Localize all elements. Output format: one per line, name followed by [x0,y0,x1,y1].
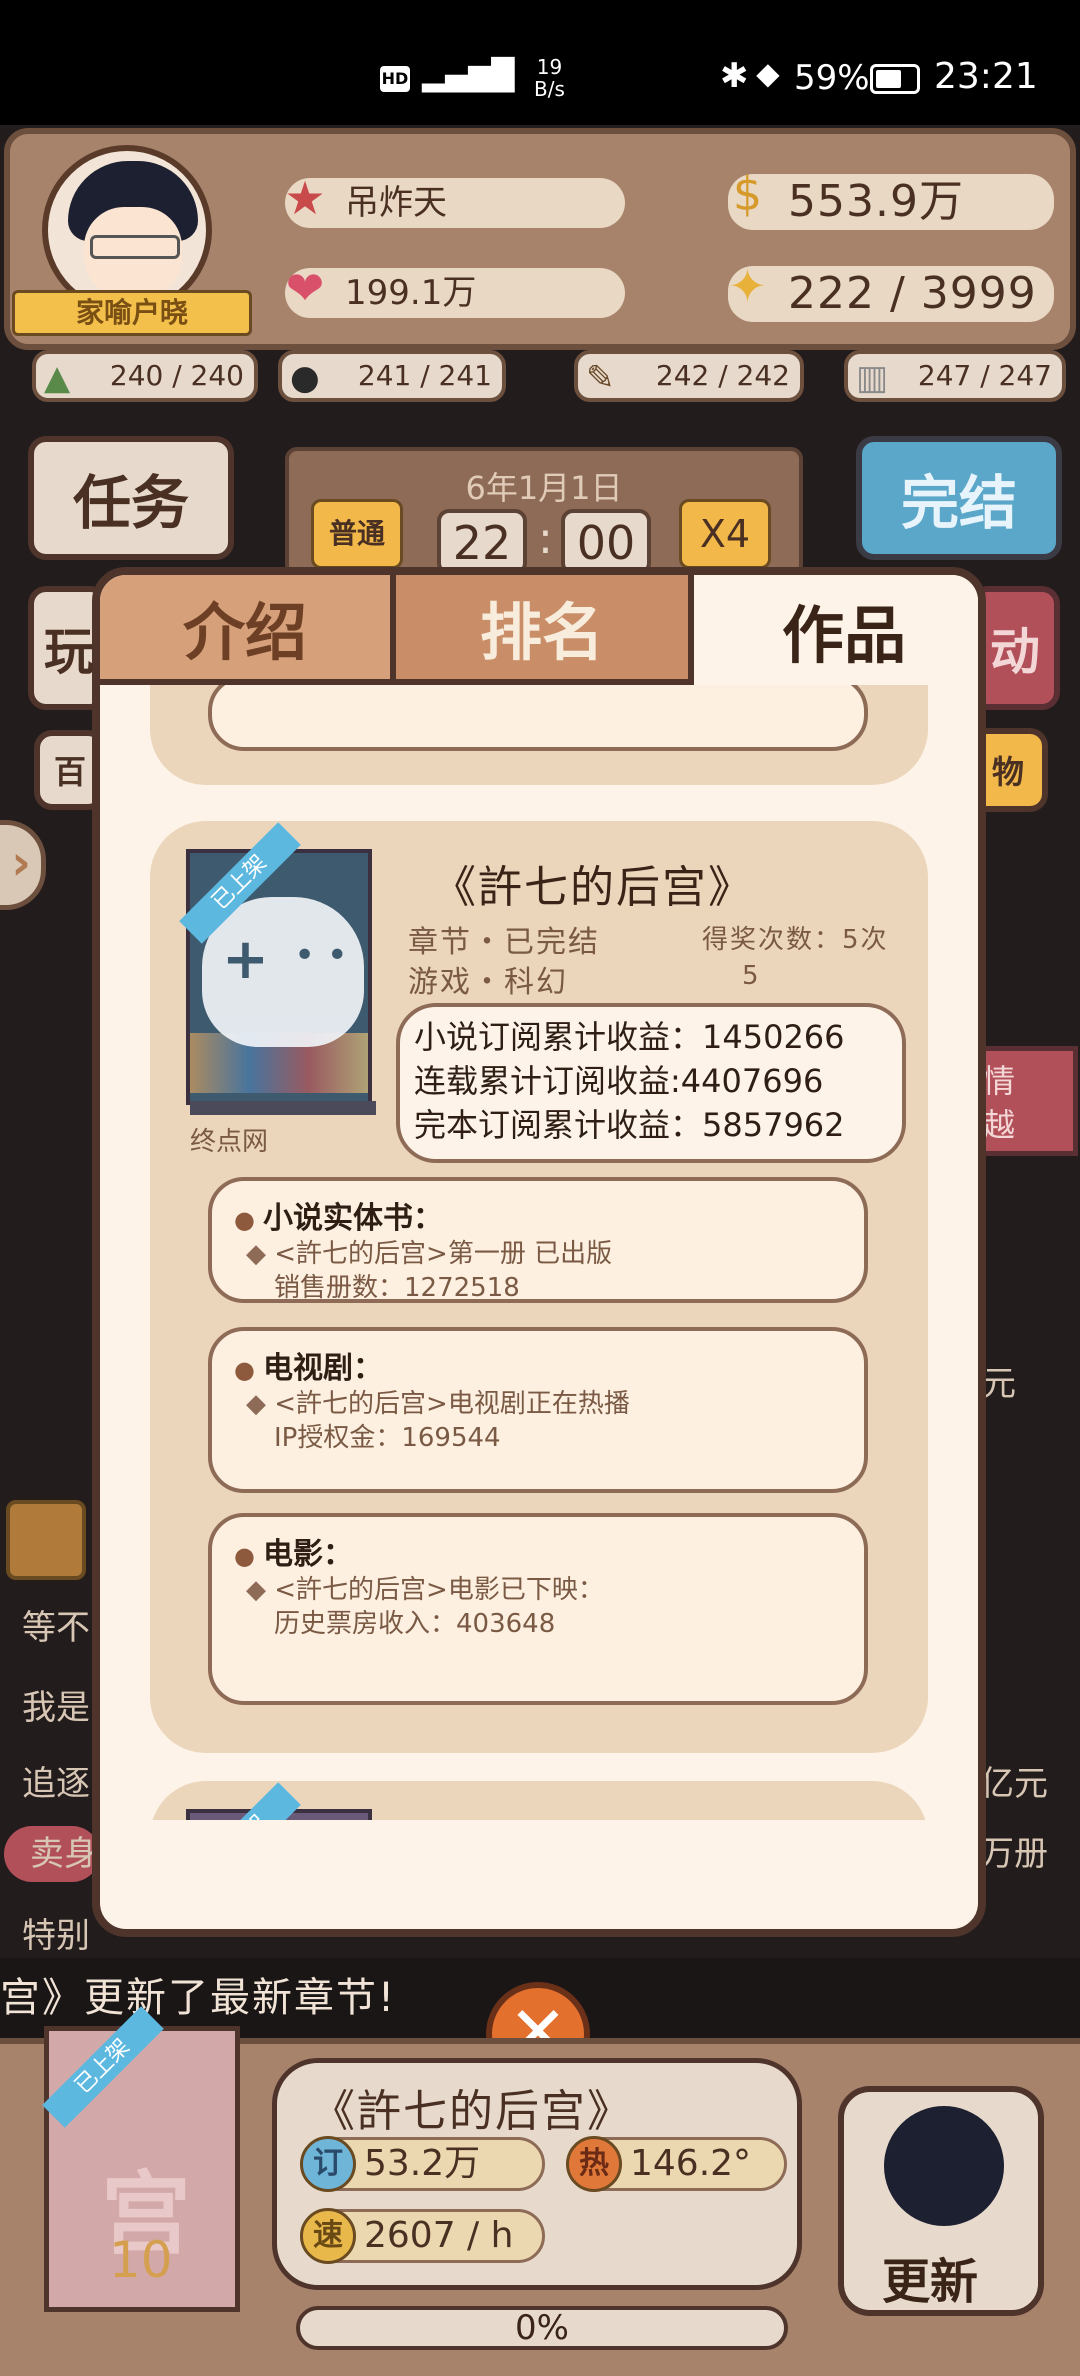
book-level: 10 [109,2231,173,2289]
treasure-chest-icon [6,1500,86,1580]
heat-badge: 热 [566,2136,622,2192]
battery-icon [870,64,920,94]
bg-right-label: 万册 [980,1834,1048,1874]
works-list[interactable]: 已上架 《許七的后宫》 章节・已完结 游戏・科幻 得奖次数：5次 5 小说订阅累… [100,685,978,1820]
work-title-next: 《許七的后宫》 [432,1807,754,1820]
speed-mode-button[interactable]: 普通 [311,499,403,569]
clock-time: 23:21 [934,56,1038,97]
subscribers-pill: 订 53.2万 [300,2136,545,2192]
work-genre: 游戏・科幻 [408,965,568,1000]
movie-box: 电影： <許七的后宫>电影已下映： 历史票房收入：403648 [208,1513,868,1705]
hat-icon: ● [290,358,320,398]
work-title: 《許七的后宫》 [432,862,754,913]
heat-pill: 热 146.2° [566,2136,787,2192]
bg-row-label: 卖身 [4,1826,100,1882]
status-bar: HD ▂▄▆█ ≋ 19 B/s ✱ ⬥ 59% 23:21 [0,0,1080,125]
attr-pill-hat: ● 241 / 241 [278,350,506,402]
money-value: 553.9万 [788,176,964,227]
chapter-status: 章节・已完结 [408,925,600,960]
attr-pill-book: ▥ 247 / 247 [844,350,1066,402]
update-button[interactable]: 更新 [838,2086,1044,2316]
attr-pill-brush: ✎ 242 / 242 [574,350,804,402]
progress-bar: 0% [296,2306,788,2350]
work-cover[interactable]: 已上架 [179,822,376,1115]
bg-row-label: 追逐 [22,1764,90,1804]
progress-value: 0% [515,2308,569,2348]
fans-value: 199.1万 [345,273,477,313]
tv-drama-heading: 电视剧： [234,1343,842,1387]
clock-minute: 00 [561,509,651,575]
work-card: 已上架 《許七的后宫》 章节・已完结 游戏・科幻 得奖次数：5次 5 小说订阅累… [150,821,928,1753]
current-book-cover[interactable]: 已上架 宫 10 [42,2006,240,2312]
bg-right-label: 元 [982,1364,1016,1404]
bg-right-label: 亿元 [980,1764,1048,1804]
earnings-subscription: 小说订阅累计收益：1450266 [414,1018,845,1056]
battery-percent: 59% [794,58,870,98]
bg-row-label: 特别 [22,1916,90,1956]
attr-pill-mountain: ▲ 240 / 240 [32,350,258,402]
physical-book-sales: 销售册数：1272518 [274,1273,520,1303]
title-name: 吊炸天 [345,183,447,223]
physical-book-status: <許七的后宫>第一册 已出版 [234,1237,842,1271]
speed-multiplier-button[interactable]: X4 [679,499,771,569]
work-cover-next[interactable]: 已上架 [179,1782,372,1820]
bg-row-label: 等不 [22,1608,90,1648]
inspiration-value: 222 / 3999 [788,268,1037,319]
award-count-value: 5 [742,961,761,991]
fans-pill: ❤ 199.1万 [285,263,625,318]
speed-pill: 速 2607 / h [300,2208,545,2264]
update-label: 更新 [882,2254,979,2310]
platform-name: 终点网 [190,1127,269,1157]
brush-icon: ✎ [586,358,615,398]
task-button[interactable]: 任务 [28,436,234,560]
movie-box-office: 历史票房收入：403648 [274,1609,556,1639]
star-icon: ★ [284,171,326,225]
hearts-icon: ❤ [285,261,325,315]
bluetooth-icon: ✱ [720,56,749,96]
clock-colon: : [538,513,553,564]
mountain-icon: ▲ [44,358,71,398]
gamepad-icon [202,897,364,1047]
book-icon: ▥ [856,358,889,398]
earnings-serial: 连载累计订阅收益:4407696 [414,1062,824,1100]
subscribe-badge: 订 [300,2136,356,2192]
speed-badge: 速 [300,2208,356,2264]
movie-status: <許七的后宫>电影已下映： [234,1573,842,1607]
earnings-complete: 完本订阅累计收益：5857962 [414,1106,845,1144]
award-count-label: 得奖次数：5次 [702,925,889,955]
bg-row-label: 我是 [22,1688,90,1728]
current-work-title: 《許七的后宫》 [311,2086,633,2137]
work-card-next: 已上架 《許七的后宫》 [150,1781,928,1820]
physical-book-heading: 小说实体书： [234,1193,842,1237]
tv-drama-ip-fee: IP授权金：169544 [274,1423,501,1453]
on-shelf-ribbon: 已上架 [179,1782,301,1820]
tv-drama-status: <許七的后宫>电视剧正在热播 [234,1387,842,1421]
author-avatar [884,2106,1004,2226]
hd-icon: HD [380,66,410,92]
works-modal: 介绍 排名 作品 已上架 《許七的后宫》 章节・已完结 游戏・科幻 得奖次数：5… [92,567,986,1937]
game-clock-panel: 6年1月1日 普通 22 : 00 X4 [285,447,803,577]
tab-works[interactable]: 作品 [694,575,978,685]
finish-button[interactable]: 完结 [856,436,1062,560]
lightbulb-icon: ✦ [728,259,768,313]
work-card-previous [150,685,928,785]
movie-heading: 电影： [234,1529,842,1573]
location-icon: ⬥ [756,54,780,94]
current-work-panel: 《許七的后宫》 订 53.2万 热 146.2° 速 2607 / h [272,2058,802,2290]
tab-intro[interactable]: 介绍 [100,575,396,685]
money-bag-icon: $ [732,167,764,221]
wifi-icon: ≋ [480,56,509,96]
money-pill: $ 553.9万 [728,167,1054,230]
tab-ranking[interactable]: 排名 [396,575,694,685]
clock-hour: 22 [437,509,527,575]
inspiration-pill: ✦ 222 / 3999 [728,259,1054,322]
physical-book-box: 小说实体书： <許七的后宫>第一册 已出版 销售册数：1272518 [208,1177,868,1303]
network-speed: 19 B/s [534,55,565,101]
title-pill: ★ 吊炸天 [284,173,625,228]
earnings-box: 小说订阅累计收益：1450266 连载累计订阅收益:4407696 完本订阅累计… [396,1003,906,1163]
fame-ribbon: 家喻户晓 [12,290,252,336]
tv-drama-box: 电视剧： <許七的后宫>电视剧正在热播 IP授权金：169544 [208,1327,868,1493]
